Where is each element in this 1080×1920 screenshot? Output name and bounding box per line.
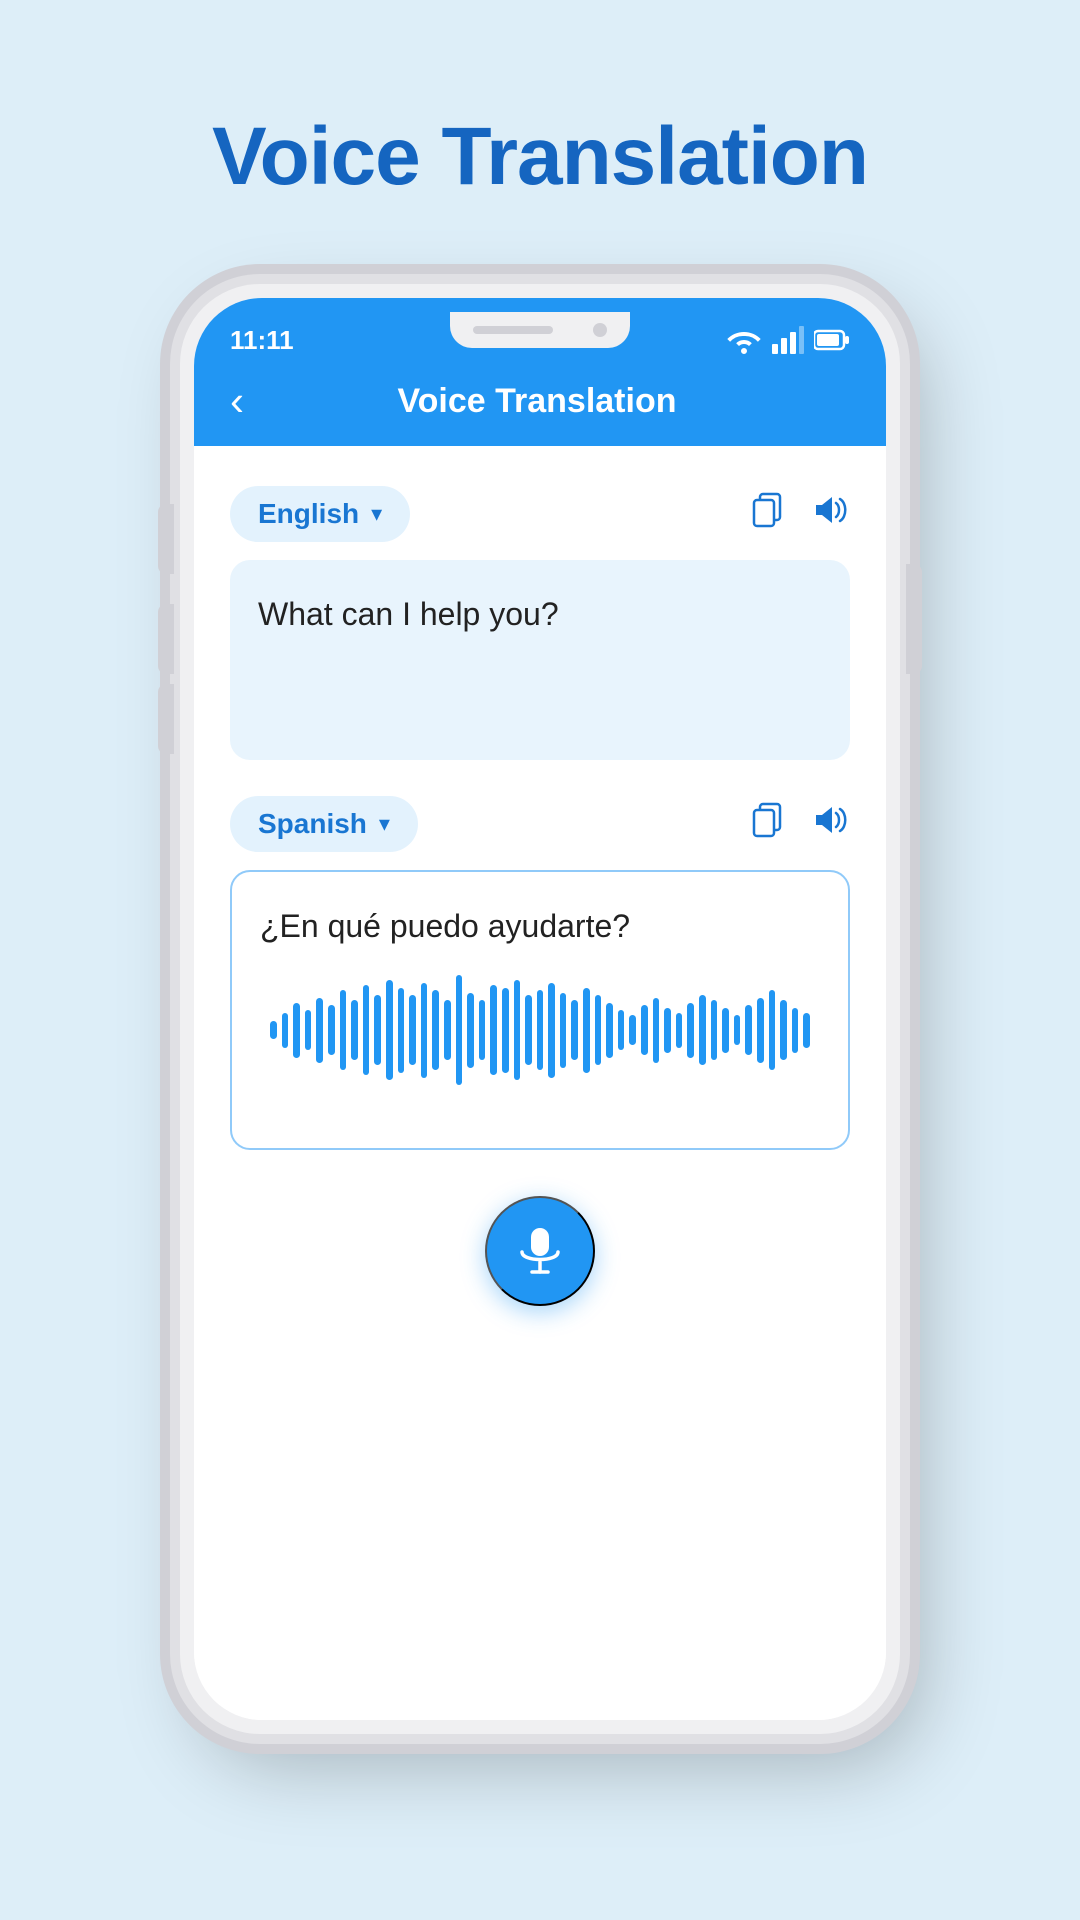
english-text-content: What can I help you?: [258, 596, 559, 632]
waveform-bar: [618, 1010, 625, 1050]
english-section: English ▾: [230, 486, 850, 760]
english-chevron-icon: ▾: [371, 501, 382, 527]
waveform-bar: [722, 1008, 729, 1053]
waveform-bar: [560, 993, 567, 1068]
battery-icon: [814, 329, 850, 351]
waveform-bar: [514, 980, 521, 1080]
microphone-icon: [514, 1224, 566, 1279]
waveform-bar: [571, 1000, 578, 1060]
english-lang-selector[interactable]: English ▾: [230, 486, 410, 542]
spanish-copy-icon[interactable]: [752, 802, 788, 847]
waveform-bar: [676, 1013, 683, 1048]
header-title: Voice Translation: [264, 382, 810, 421]
waveform-bar: [769, 990, 776, 1070]
waveform-bar: [653, 998, 660, 1063]
waveform: [260, 970, 820, 1090]
waveform-bar: [386, 980, 393, 1080]
waveform-bar: [502, 988, 509, 1073]
english-speaker-icon[interactable]: [812, 493, 850, 536]
waveform-bar: [687, 1003, 694, 1058]
english-copy-icon[interactable]: [752, 492, 788, 537]
waveform-bar: [363, 985, 370, 1075]
waveform-bar: [398, 988, 405, 1073]
spanish-lang-selector[interactable]: Spanish ▾: [230, 796, 418, 852]
waveform-bar: [699, 995, 706, 1065]
waveform-bar: [606, 1003, 613, 1058]
waveform-bar: [456, 975, 463, 1085]
waveform-bar: [467, 993, 474, 1068]
waveform-bar: [537, 990, 544, 1070]
phone-screen: 11:11: [194, 298, 886, 1720]
mic-area: [230, 1186, 850, 1336]
waveform-bar: [305, 1010, 312, 1050]
signal-icon: [772, 326, 804, 354]
waveform-bar: [803, 1013, 810, 1048]
waveform-bar: [409, 995, 416, 1065]
spanish-chevron-icon: ▾: [379, 811, 390, 837]
notch-bar: [473, 326, 553, 334]
waveform-bar: [374, 995, 381, 1065]
waveform-bar: [757, 998, 764, 1063]
mic-button[interactable]: [485, 1196, 595, 1306]
waveform-bar: [351, 1000, 358, 1060]
waveform-bar: [479, 1000, 486, 1060]
wifi-icon: [726, 326, 762, 354]
waveform-bar: [745, 1005, 752, 1055]
english-lang-label: English: [258, 498, 359, 530]
waveform-bar: [525, 995, 532, 1065]
waveform-bar: [444, 1000, 451, 1060]
waveform-bar: [595, 995, 602, 1065]
waveform-bar: [328, 1005, 335, 1055]
waveform-bar: [340, 990, 347, 1070]
english-text-box: What can I help you?: [230, 560, 850, 760]
waveform-bar: [641, 1005, 648, 1055]
waveform-bar: [548, 983, 555, 1078]
back-button[interactable]: ‹: [230, 380, 244, 422]
spanish-action-icons: [752, 802, 850, 847]
waveform-bar: [780, 1000, 787, 1060]
waveform-bar: [270, 1021, 277, 1039]
waveform-bar: [734, 1015, 741, 1045]
waveform-bar: [629, 1015, 636, 1045]
waveform-bar: [432, 990, 439, 1070]
english-section-header: English ▾: [230, 486, 850, 542]
notch-dot: [593, 323, 607, 337]
waveform-bar: [583, 988, 590, 1073]
page-title: Voice Translation: [212, 110, 868, 204]
content-area: English ▾: [194, 446, 886, 1720]
waveform-bar: [282, 1013, 289, 1048]
waveform-bar: [664, 1008, 671, 1053]
status-icons: [726, 326, 850, 354]
phone-wrapper: 11:11: [180, 284, 900, 1734]
waveform-bar: [421, 983, 428, 1078]
spanish-lang-label: Spanish: [258, 808, 367, 840]
spanish-text-content: ¿En qué puedo ayudarte?: [260, 902, 820, 950]
waveform-bar: [490, 985, 497, 1075]
spanish-section-header: Spanish ▾: [230, 796, 850, 852]
notch: [450, 312, 630, 348]
english-action-icons: [752, 492, 850, 537]
spanish-text-box: ¿En qué puedo ayudarte?: [230, 870, 850, 1150]
waveform-bar: [293, 1003, 300, 1058]
status-time: 11:11: [230, 325, 294, 356]
waveform-bar: [711, 1000, 718, 1060]
spanish-speaker-icon[interactable]: [812, 803, 850, 846]
app-header: ‹ Voice Translation: [194, 364, 886, 446]
spanish-section: Spanish ▾: [230, 796, 850, 1150]
waveform-bar: [316, 998, 323, 1063]
waveform-bar: [792, 1008, 799, 1053]
